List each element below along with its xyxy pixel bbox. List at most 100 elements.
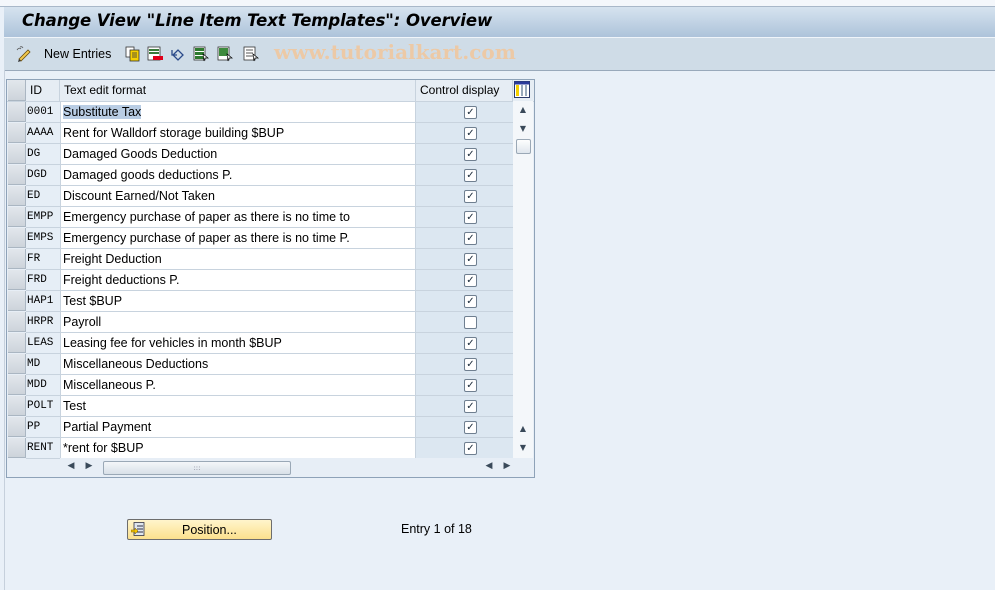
- text-edit-format-cell[interactable]: *rent for $BUP: [60, 438, 416, 459]
- control-display-checkbox[interactable]: ✓: [464, 190, 477, 203]
- control-display-checkbox[interactable]: ✓: [464, 358, 477, 371]
- text-edit-format-cell[interactable]: Damaged goods deductions P.: [60, 165, 416, 186]
- select-all-button[interactable]: [193, 45, 209, 63]
- id-cell[interactable]: ED: [26, 186, 60, 207]
- text-edit-format-cell[interactable]: Rent for Walldorf storage building $BUP: [60, 123, 416, 144]
- control-display-cell: ✓: [416, 207, 513, 228]
- text-edit-format-cell[interactable]: Leasing fee for vehicles in month $BUP: [60, 333, 416, 354]
- scroll-left-fixed-button[interactable]: ◀: [484, 461, 494, 471]
- horizontal-scrollbar[interactable]: ◀ ▶ ::: ◀ ▶: [60, 458, 513, 476]
- horizontal-scroll-thumb[interactable]: :::: [103, 461, 291, 475]
- select-all-rows-button[interactable]: [8, 80, 26, 101]
- scroll-right-button[interactable]: ▶: [84, 461, 94, 471]
- text-edit-format-cell[interactable]: Miscellaneous P.: [60, 375, 416, 396]
- row-select-button[interactable]: [8, 228, 26, 248]
- row-select-button[interactable]: [8, 123, 26, 143]
- row-select-button[interactable]: [8, 165, 26, 185]
- text-edit-format-cell[interactable]: Freight deductions P.: [60, 270, 416, 291]
- control-display-cell: ✓: [416, 375, 513, 396]
- id-cell[interactable]: HRPR: [26, 312, 60, 333]
- vertical-scroll-thumb[interactable]: [516, 139, 531, 154]
- control-display-checkbox[interactable]: ✓: [464, 274, 477, 287]
- vertical-scrollbar[interactable]: ▲ ▼ ▲ ▼: [513, 101, 533, 458]
- control-display-checkbox[interactable]: ✓: [464, 421, 477, 434]
- new-entries-button[interactable]: New Entries: [16, 45, 111, 63]
- row-select-button[interactable]: [8, 438, 26, 458]
- id-cell[interactable]: HAP1: [26, 291, 60, 312]
- id-cell[interactable]: AAAA: [26, 123, 60, 144]
- row-select-button[interactable]: [8, 396, 26, 416]
- row-select-button[interactable]: [8, 207, 26, 227]
- row-select-button[interactable]: [8, 186, 26, 206]
- table-control: ID Text edit format Control display 0001…: [6, 79, 535, 478]
- text-edit-format-cell[interactable]: Emergency purchase of paper as there is …: [60, 207, 416, 228]
- control-display-checkbox[interactable]: [464, 316, 477, 329]
- scroll-left-button[interactable]: ◀: [66, 461, 76, 471]
- text-edit-format-cell[interactable]: Damaged Goods Deduction: [60, 144, 416, 165]
- text-edit-format-cell[interactable]: Test: [60, 396, 416, 417]
- control-display-checkbox[interactable]: ✓: [464, 442, 477, 455]
- text-edit-format-cell[interactable]: Discount Earned/Not Taken: [60, 186, 416, 207]
- table-row: MD Miscellaneous Deductions ✓: [7, 354, 513, 375]
- id-cell[interactable]: LEAS: [26, 333, 60, 354]
- text-edit-format-cell[interactable]: Payroll: [60, 312, 416, 333]
- scroll-down-button[interactable]: ▼: [517, 123, 529, 135]
- id-cell[interactable]: FR: [26, 249, 60, 270]
- table-settings-button[interactable]: [514, 81, 530, 98]
- delete-button[interactable]: [147, 45, 163, 63]
- page-down-button[interactable]: ▼: [517, 442, 529, 454]
- row-select-button[interactable]: [8, 249, 26, 269]
- id-cell[interactable]: RENT: [26, 438, 60, 459]
- control-display-checkbox[interactable]: ✓: [464, 169, 477, 182]
- scroll-up-button[interactable]: ▲: [517, 104, 529, 116]
- id-cell[interactable]: PP: [26, 417, 60, 438]
- table-row: EMPS Emergency purchase of paper as there…: [7, 228, 513, 249]
- text-edit-format-cell[interactable]: Partial Payment: [60, 417, 416, 438]
- control-display-checkbox[interactable]: ✓: [464, 127, 477, 140]
- select-block-button[interactable]: [217, 45, 233, 63]
- row-select-button[interactable]: [8, 354, 26, 374]
- column-header-control-display[interactable]: Control display: [416, 80, 513, 101]
- id-cell[interactable]: DGD: [26, 165, 60, 186]
- id-cell[interactable]: MDD: [26, 375, 60, 396]
- control-display-checkbox[interactable]: ✓: [464, 337, 477, 350]
- control-display-checkbox[interactable]: ✓: [464, 253, 477, 266]
- control-display-checkbox[interactable]: ✓: [464, 295, 477, 308]
- row-select-button[interactable]: [8, 333, 26, 353]
- scroll-right-fixed-button[interactable]: ▶: [502, 461, 512, 471]
- row-select-button[interactable]: [8, 312, 26, 332]
- control-display-checkbox[interactable]: ✓: [464, 106, 477, 119]
- row-select-button[interactable]: [8, 375, 26, 395]
- undo-button[interactable]: [170, 45, 186, 63]
- id-cell[interactable]: EMPP: [26, 207, 60, 228]
- row-select-button[interactable]: [8, 144, 26, 164]
- row-select-button[interactable]: [8, 102, 26, 122]
- id-cell[interactable]: DG: [26, 144, 60, 165]
- column-header-text-edit-format[interactable]: Text edit format: [60, 80, 416, 101]
- id-cell[interactable]: MD: [26, 354, 60, 375]
- text-edit-format-cell[interactable]: Freight Deduction: [60, 249, 416, 270]
- text-edit-format-value: Miscellaneous P.: [63, 378, 156, 392]
- control-display-checkbox[interactable]: ✓: [464, 379, 477, 392]
- id-cell[interactable]: 0001: [26, 102, 60, 123]
- text-edit-format-cell[interactable]: Miscellaneous Deductions: [60, 354, 416, 375]
- page-up-button[interactable]: ▲: [517, 423, 529, 435]
- control-display-checkbox[interactable]: ✓: [464, 400, 477, 413]
- text-edit-format-cell[interactable]: Substitute Tax: [60, 102, 416, 123]
- position-button[interactable]: Position...: [127, 519, 272, 540]
- copy-button[interactable]: [125, 45, 141, 63]
- row-select-button[interactable]: [8, 270, 26, 290]
- table-row: 0001 Substitute Tax ✓: [7, 102, 513, 123]
- control-display-checkbox[interactable]: ✓: [464, 148, 477, 161]
- text-edit-format-cell[interactable]: Test $BUP: [60, 291, 416, 312]
- id-cell[interactable]: EMPS: [26, 228, 60, 249]
- row-select-button[interactable]: [8, 417, 26, 437]
- deselect-all-button[interactable]: [243, 45, 259, 63]
- id-cell[interactable]: FRD: [26, 270, 60, 291]
- text-edit-format-cell[interactable]: Emergency purchase of paper as there is …: [60, 228, 416, 249]
- column-header-id[interactable]: ID: [26, 80, 60, 101]
- id-cell[interactable]: POLT: [26, 396, 60, 417]
- control-display-checkbox[interactable]: ✓: [464, 232, 477, 245]
- control-display-checkbox[interactable]: ✓: [464, 211, 477, 224]
- row-select-button[interactable]: [8, 291, 26, 311]
